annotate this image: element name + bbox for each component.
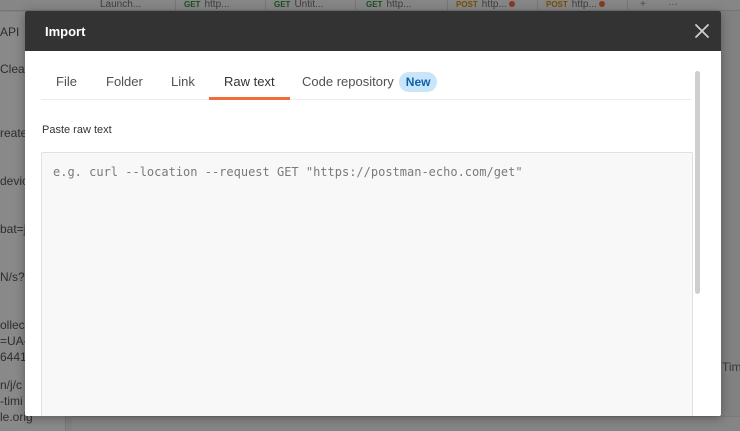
tab-label: Link: [171, 74, 195, 89]
tab-code-repository[interactable]: Code repository New: [287, 63, 452, 100]
new-badge: New: [398, 72, 438, 92]
tab-file[interactable]: File: [41, 63, 92, 100]
tab-label: File: [56, 74, 77, 89]
import-modal: Import File Folder Link Raw text Code re…: [25, 11, 721, 416]
tab-label: Code repository: [302, 74, 394, 89]
tab-label: Raw text: [224, 74, 275, 89]
modal-title: Import: [45, 24, 86, 39]
tab-folder[interactable]: Folder: [91, 63, 158, 100]
modal-scrollbar-thumb[interactable]: [695, 71, 700, 294]
modal-header: Import: [25, 11, 721, 51]
paste-raw-text-label: Paste raw text: [42, 124, 112, 136]
import-tabs: File Folder Link Raw text Code repositor…: [41, 63, 692, 100]
tab-raw-text[interactable]: Raw text: [209, 63, 290, 100]
tab-label: Folder: [106, 74, 143, 89]
tab-link[interactable]: Link: [156, 63, 210, 100]
close-icon[interactable]: [693, 22, 711, 40]
raw-text-input[interactable]: [41, 152, 693, 416]
